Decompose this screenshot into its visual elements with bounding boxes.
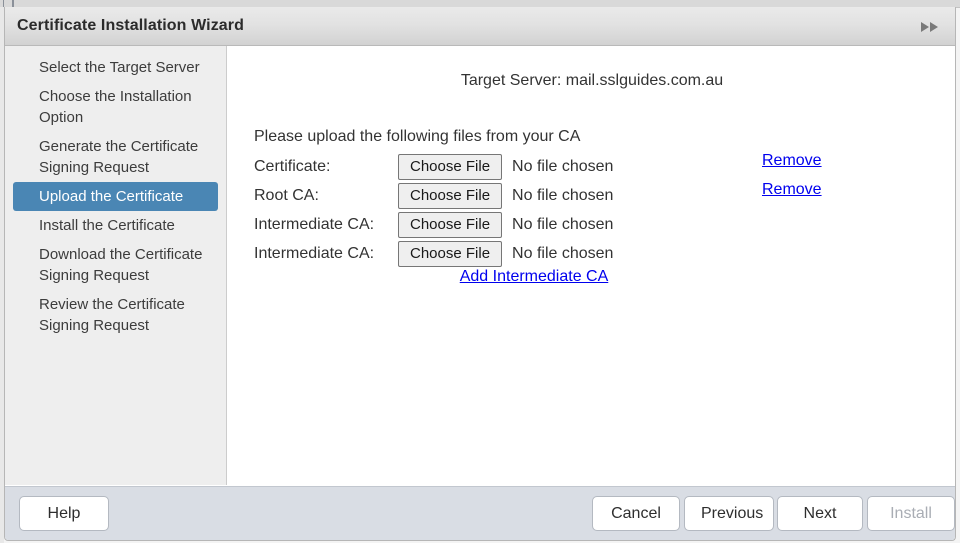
- dialog-footer: Help Cancel Previous Next Install: [5, 486, 955, 540]
- frame-tick: [3, 0, 4, 7]
- file-input-intermediate-ca-2[interactable]: Choose File No file chosen: [398, 240, 614, 267]
- cancel-button[interactable]: Cancel: [592, 496, 680, 531]
- sidebar-item-upload-certificate[interactable]: Upload the Certificate: [13, 182, 218, 211]
- wizard-steps-sidebar: Select the Target Server Choose the Inst…: [5, 46, 227, 485]
- sidebar-item-generate-csr[interactable]: Generate the Certificate Signing Request: [13, 132, 218, 182]
- file-status-intermediate-ca-2: No file chosen: [512, 244, 614, 262]
- sidebar-item-install-certificate[interactable]: Install the Certificate: [13, 211, 218, 240]
- file-status-certificate: No file chosen: [512, 157, 614, 175]
- row-label-certificate: Certificate:: [254, 157, 331, 175]
- row-label-intermediate-ca-1: Intermediate CA:: [254, 215, 375, 233]
- file-input-certificate[interactable]: Choose File No file chosen: [398, 153, 614, 180]
- row-label-intermediate-ca-2: Intermediate CA:: [254, 244, 375, 262]
- install-button: Install: [867, 496, 955, 531]
- file-input-root-ca[interactable]: Choose File No file chosen: [398, 182, 614, 209]
- dialog-body: Select the Target Server Choose the Inst…: [5, 46, 955, 485]
- upload-row-intermediate-ca-2: Intermediate CA: Choose File No file cho…: [254, 239, 613, 268]
- file-input-intermediate-ca-1[interactable]: Choose File No file chosen: [398, 211, 614, 238]
- file-status-intermediate-ca-1: No file chosen: [512, 215, 614, 233]
- choose-file-button-root-ca[interactable]: Choose File: [398, 182, 503, 209]
- upload-rows: Certificate: Choose File No file chosen …: [254, 152, 822, 268]
- wizard-dialog: Certificate Installation Wizard Select t…: [4, 7, 956, 541]
- help-button[interactable]: Help: [19, 496, 109, 531]
- window-title: Certificate Installation Wizard: [17, 17, 244, 34]
- sidebar-item-select-target-server[interactable]: Select the Target Server: [13, 53, 218, 82]
- add-intermediate-ca-link[interactable]: Add Intermediate CA: [254, 268, 814, 286]
- sidebar-item-review-csr[interactable]: Review the Certificate Signing Request: [13, 290, 218, 340]
- choose-file-button-certificate[interactable]: Choose File: [398, 153, 503, 180]
- upload-row-certificate: Certificate: Choose File No file chosen: [254, 152, 613, 181]
- upload-row-root-ca: Root CA: Choose File No file chosen: [254, 181, 613, 210]
- main-content: Target Server: mail.sslguides.com.au Ple…: [228, 46, 955, 485]
- target-server-heading: Target Server: mail.sslguides.com.au: [460, 72, 724, 89]
- application-root: Certificate Installation Wizard Select t…: [0, 0, 960, 543]
- remove-link-intermediate-ca-2[interactable]: Remove: [762, 181, 822, 199]
- choose-file-button-intermediate-ca-2[interactable]: Choose File: [398, 240, 503, 267]
- title-bar: Certificate Installation Wizard: [5, 7, 955, 46]
- choose-file-button-intermediate-ca-1[interactable]: Choose File: [398, 211, 503, 238]
- row-label-root-ca: Root CA:: [254, 186, 319, 204]
- double-chevron-right-icon[interactable]: [919, 20, 941, 34]
- sidebar-item-download-csr[interactable]: Download the Certificate Signing Request: [13, 240, 218, 290]
- remove-link-intermediate-ca-1[interactable]: Remove: [762, 152, 822, 170]
- upload-row-intermediate-ca-1: Intermediate CA: Choose File No file cho…: [254, 210, 613, 239]
- frame-tick: [13, 0, 14, 7]
- sidebar-item-choose-installation-option[interactable]: Choose the Installation Option: [13, 82, 218, 132]
- next-button[interactable]: Next: [777, 496, 863, 531]
- file-status-root-ca: No file chosen: [512, 186, 614, 204]
- upload-instruction-text: Please upload the following files from y…: [254, 128, 581, 145]
- previous-button[interactable]: Previous: [684, 496, 774, 531]
